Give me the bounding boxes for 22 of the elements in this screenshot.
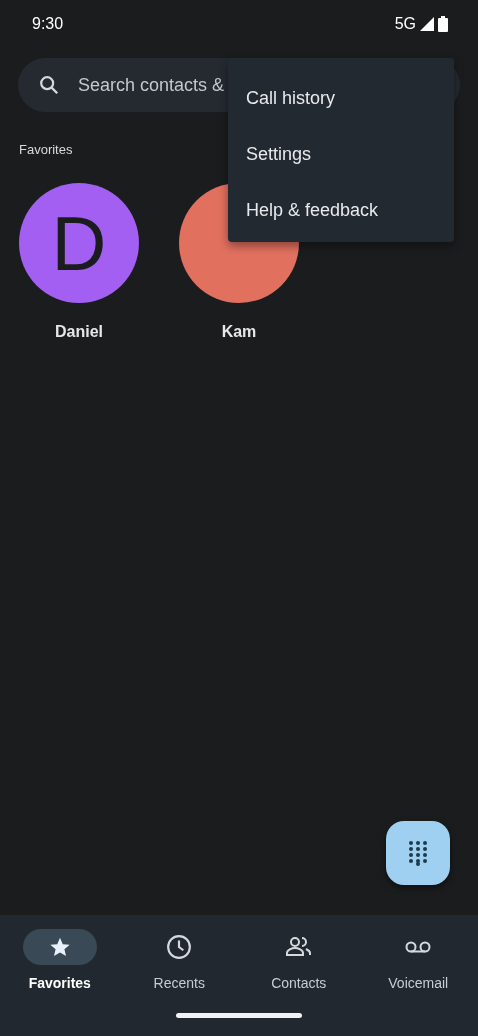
- nav-tab[interactable]: Recents: [119, 929, 239, 991]
- dialpad-button[interactable]: [386, 821, 450, 885]
- nav-tab[interactable]: Contacts: [239, 929, 359, 991]
- menu-item[interactable]: Settings: [228, 126, 454, 182]
- contact-name: Kam: [221, 323, 257, 341]
- star-icon: [48, 936, 71, 958]
- menu-item[interactable]: Help & feedback: [228, 182, 454, 238]
- nav-tab[interactable]: Voicemail: [358, 929, 478, 991]
- battery-icon: [438, 16, 448, 32]
- contact-name: Daniel: [55, 323, 103, 341]
- network-type: 5G: [394, 15, 416, 33]
- people-icon: [284, 935, 313, 959]
- clock-time: 9:30: [32, 15, 64, 33]
- nav-tab[interactable]: Favorites: [0, 929, 120, 991]
- search-icon: [38, 74, 60, 96]
- voicemail-icon: [405, 940, 432, 954]
- clock-icon: [166, 934, 193, 960]
- dialpad-icon: [408, 840, 428, 866]
- signal-icon: [420, 17, 434, 31]
- menu-item[interactable]: Call history: [228, 70, 454, 126]
- section-heading: Favorites: [19, 142, 73, 157]
- contact-avatar[interactable]: D: [19, 183, 139, 303]
